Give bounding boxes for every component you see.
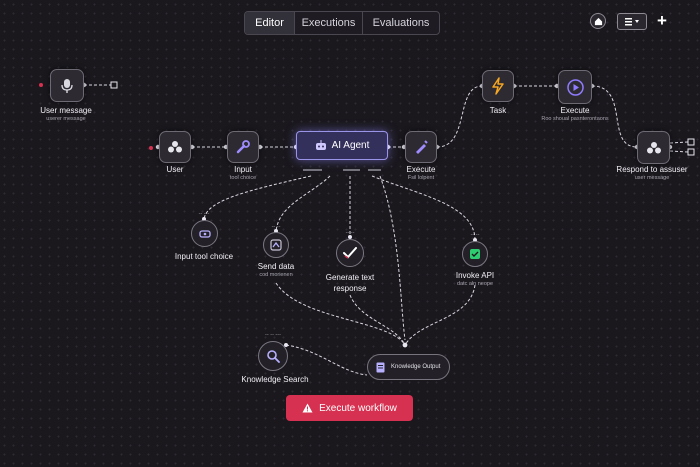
node-sublabel: Roo shoual pasnterontaons (541, 116, 609, 122)
node-execute[interactable] (405, 131, 437, 163)
node-label: Invoke API (455, 271, 495, 280)
node-send-data[interactable] (263, 232, 289, 258)
play-circle-icon (566, 78, 584, 96)
node-execute-top[interactable] (558, 70, 592, 104)
node-sublabel: cod morienen (259, 272, 293, 278)
node-label: Input tool choice (174, 252, 234, 261)
node-input-tool-choice[interactable] (191, 220, 218, 247)
tab-evaluations[interactable]: Evaluations (363, 12, 439, 34)
node-sublabel: tool choice (229, 175, 257, 181)
send-icon (270, 239, 282, 251)
home-button[interactable] (590, 13, 606, 29)
api-icon (470, 249, 480, 259)
node-user[interactable] (159, 131, 191, 163)
plus-icon: + (657, 11, 667, 30)
search-icon (267, 350, 280, 363)
node-label: Execute (560, 106, 590, 115)
node-label: Generate text response (325, 273, 375, 293)
node-tag: -- -- (470, 232, 480, 238)
users-icon (168, 141, 182, 153)
node-user-message[interactable] (50, 69, 84, 102)
list-icon (625, 18, 639, 26)
wrench-icon (236, 140, 250, 154)
node-label: Knowledge Search (241, 375, 309, 384)
execute-workflow-button[interactable]: Execute workflow (286, 395, 413, 421)
node-sublabel: Fsil lolpent (407, 175, 435, 181)
workflow-canvas[interactable]: Editor Executions Evaluations + User mes… (0, 0, 700, 467)
execute-workflow-label: Execute workflow (319, 402, 397, 414)
knowledge-output-label: Knowledge Output (391, 364, 441, 370)
node-label: Task (489, 106, 507, 115)
node-tag: -- --- (198, 211, 210, 217)
lightning-icon (492, 77, 504, 95)
node-label: User message (40, 106, 92, 115)
tab-executions[interactable]: Executions (295, 12, 363, 34)
agent-label: AI Agent (331, 140, 370, 151)
tool-icon (198, 229, 211, 238)
pencil-icon (416, 140, 428, 154)
check-icon (343, 247, 357, 259)
node-input[interactable] (227, 131, 259, 163)
add-node-button[interactable]: + (654, 11, 670, 30)
view-tabs: Editor Executions Evaluations (244, 11, 440, 35)
node-sublabel: user message (634, 175, 670, 181)
node-respond[interactable] (637, 131, 670, 164)
document-icon (376, 362, 385, 372)
node-sublabel: userer message (46, 116, 86, 122)
node-tag: -- -- (345, 230, 355, 236)
home-icon (594, 17, 602, 25)
warning-icon (302, 403, 313, 413)
node-label: User (166, 165, 184, 174)
robot-icon (315, 140, 326, 150)
users-icon (646, 141, 661, 153)
node-knowledge-output[interactable]: Knowledge Output (367, 354, 450, 380)
node-task[interactable] (482, 70, 514, 102)
node-invoke-api[interactable] (462, 241, 488, 267)
node-sublabel: datc aln neope (456, 281, 494, 287)
node-ai-agent[interactable]: AI Agent (296, 131, 388, 160)
node-label: Send data (257, 262, 295, 271)
layout-menu-button[interactable] (617, 13, 647, 30)
node-generate-text[interactable] (336, 239, 364, 267)
tab-editor[interactable]: Editor (245, 12, 295, 34)
node-label: Respond to assuser (616, 165, 688, 174)
node-tag: -- -- --- (265, 332, 281, 338)
node-label: Input (234, 165, 252, 174)
node-knowledge-search[interactable] (258, 341, 288, 371)
node-tag: -- -- (271, 224, 281, 230)
node-label: Execute (406, 165, 436, 174)
microphone-icon (61, 78, 73, 93)
